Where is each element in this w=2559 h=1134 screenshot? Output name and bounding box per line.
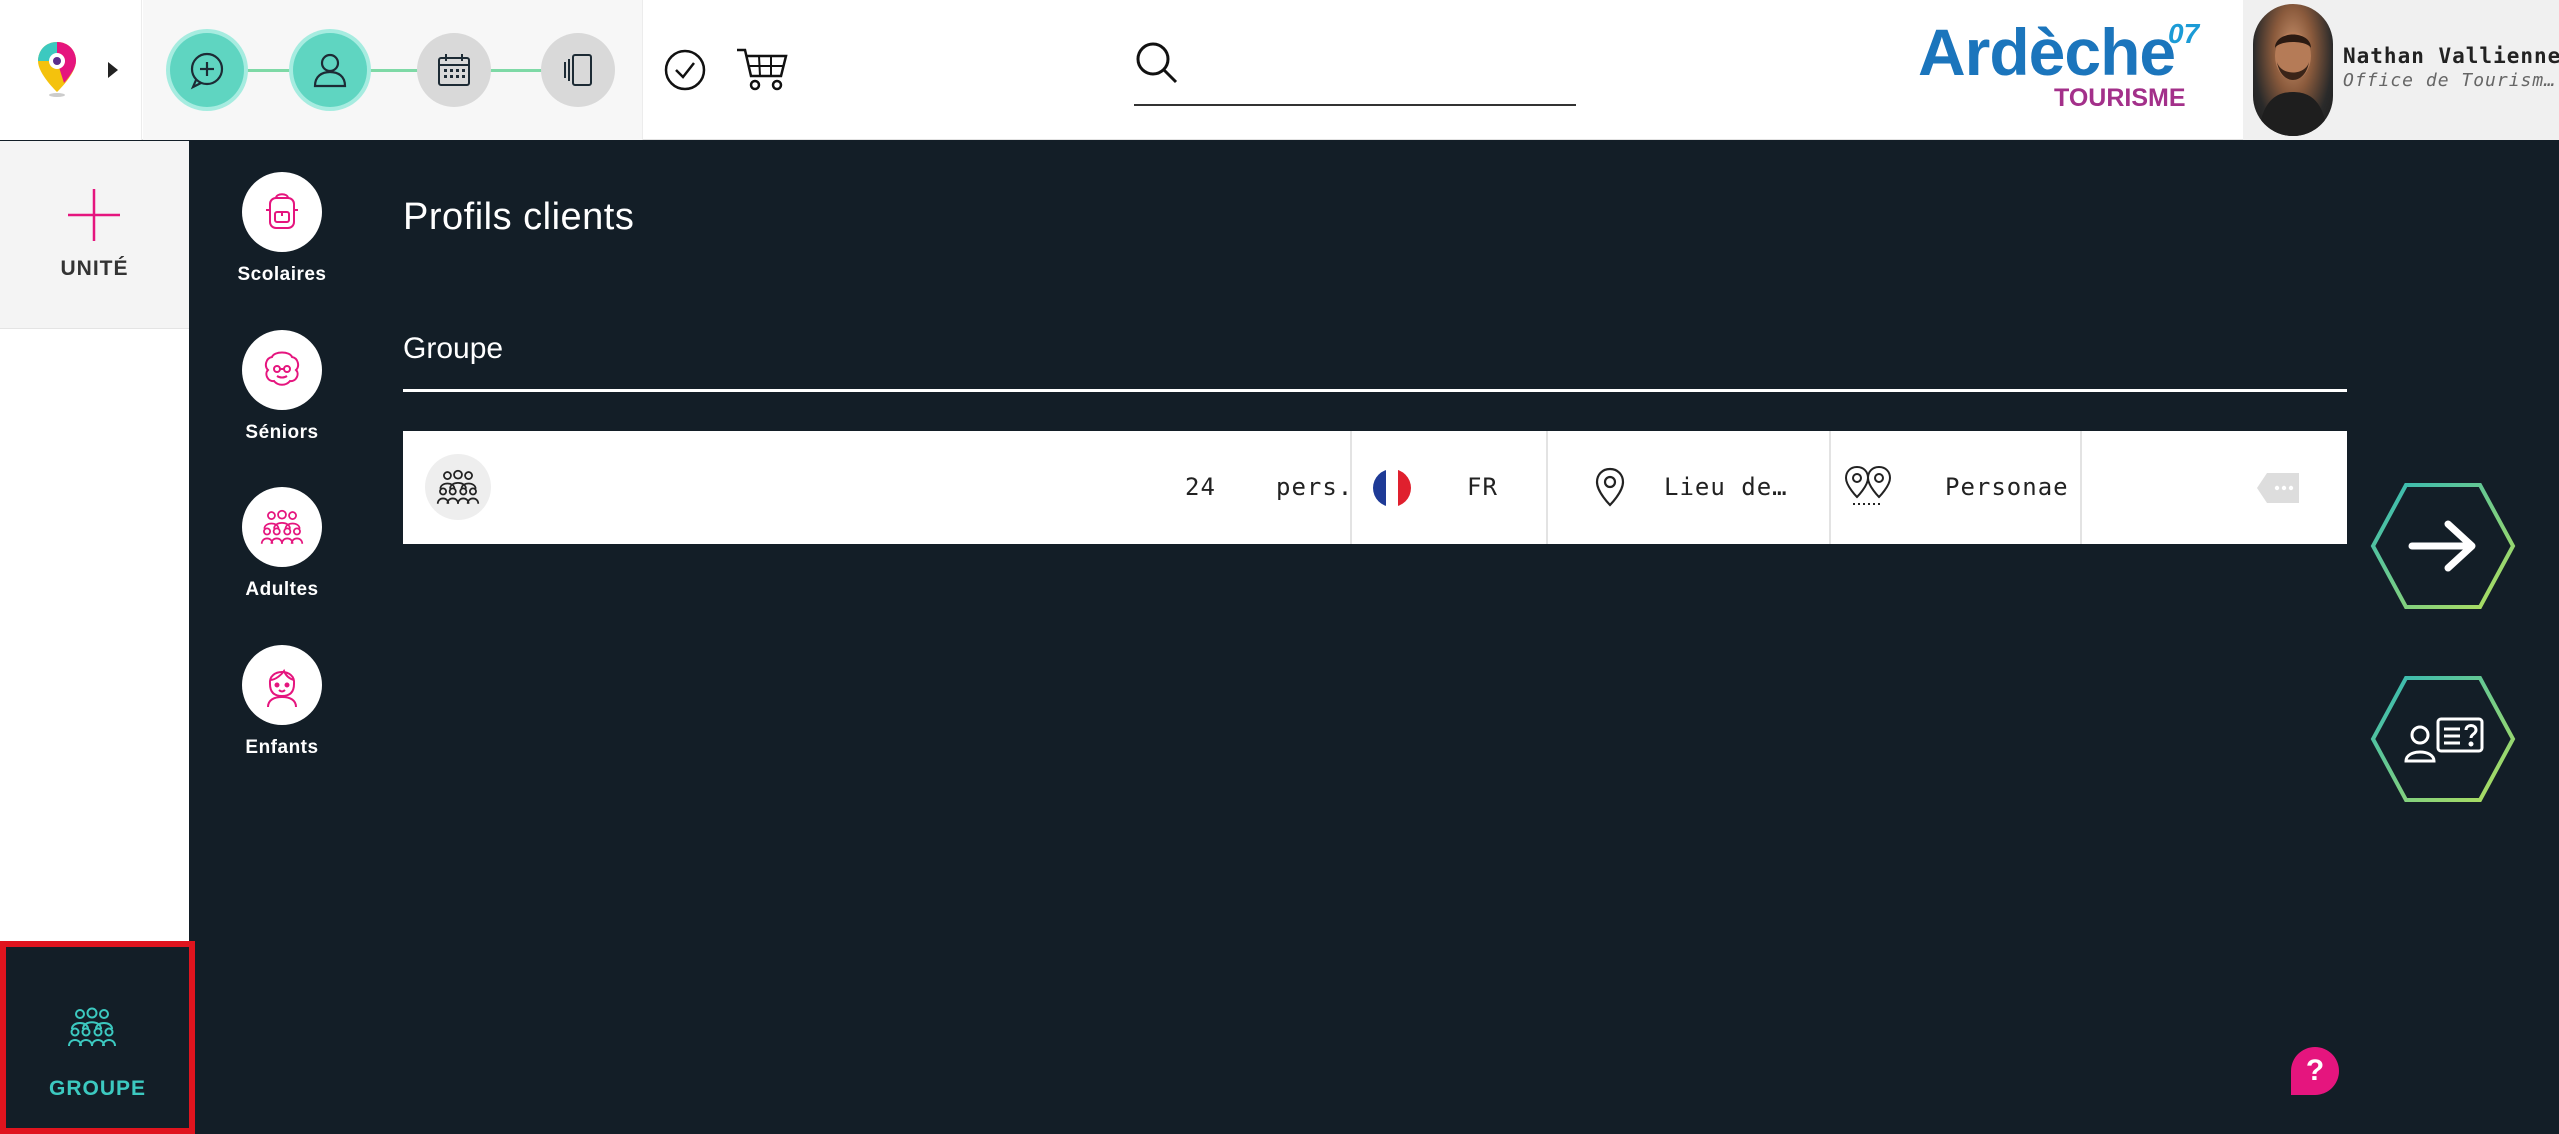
group-count-unit: pers.	[1276, 473, 1354, 501]
app-logo-menu[interactable]	[0, 0, 142, 140]
steps-line	[213, 69, 573, 72]
cards-icon	[564, 54, 592, 86]
page-title: Profils clients	[403, 196, 635, 238]
user-name: Nathan Vallienne	[2343, 44, 2559, 68]
france-flag-icon	[1373, 469, 1411, 507]
category-scolaires[interactable]: Scolaires	[236, 172, 328, 286]
category-label: Scolaires	[237, 264, 327, 285]
group-icon	[260, 509, 304, 544]
section-divider	[403, 389, 2347, 392]
add-chat-icon	[190, 52, 224, 90]
category-enfants[interactable]: Enfants	[236, 645, 328, 759]
senior-icon	[264, 351, 300, 386]
category-adultes-circle	[242, 487, 322, 567]
user-profile[interactable]: Nathan Vallienne Office de Tourisme Ardè…	[2243, 0, 2559, 140]
tag-more-icon[interactable]	[2255, 471, 2301, 510]
group-avatar	[425, 454, 491, 520]
group-icon	[67, 1007, 117, 1052]
brand-subtitle: TOURISME	[2054, 84, 2186, 112]
step-offers[interactable]	[541, 33, 615, 107]
section-title: Groupe	[403, 332, 504, 365]
group-count: 24	[1185, 473, 1216, 501]
category-label: Adultes	[245, 579, 319, 600]
plus-icon	[68, 189, 120, 246]
next-button[interactable]	[2370, 482, 2516, 615]
unit-label: UNITÉ	[60, 257, 129, 280]
language-code: FR	[1467, 473, 1498, 501]
avatar	[2253, 4, 2333, 136]
multi-pin-icon	[1843, 465, 1893, 512]
groupe-button[interactable]: GROUPE	[0, 941, 195, 1134]
cart-icon[interactable]	[735, 44, 789, 97]
help-button[interactable]: ?	[2291, 1047, 2339, 1095]
sidebar: UNITÉ GROUPE	[0, 141, 195, 1134]
persona-label: Personae	[1945, 473, 2069, 501]
search-icon[interactable]	[1134, 40, 1180, 91]
group-profile-row: 24 pers. FR Lieu de résidence	[403, 431, 2347, 544]
booking-steps	[143, 0, 643, 140]
category-seniors-circle	[242, 330, 322, 410]
groupe-label: GROUPE	[48, 1077, 146, 1100]
step-add[interactable]	[170, 33, 244, 107]
user-organization: Office de Tourisme Ardèche	[2343, 70, 2557, 91]
group-icon	[436, 469, 480, 504]
category-scolaires-circle	[242, 172, 322, 252]
category-adultes[interactable]: Adultes	[236, 487, 328, 601]
location-pin-icon	[1595, 467, 1625, 512]
brand-name: Ardèche	[1918, 15, 2176, 89]
app-logo-icon	[36, 40, 78, 103]
calendar-icon	[438, 54, 470, 86]
child-icon	[267, 668, 297, 708]
category-label: Séniors	[245, 422, 319, 443]
category-label: Enfants	[245, 737, 319, 758]
category-seniors[interactable]: Séniors	[236, 330, 328, 444]
validate-check-icon[interactable]	[663, 48, 707, 97]
client-info-button[interactable]	[2370, 675, 2516, 808]
expand-caret-icon[interactable]	[108, 62, 118, 78]
search-input[interactable]	[1194, 46, 1564, 90]
step-profile[interactable]	[293, 33, 367, 107]
brand-logo: Ardèche 07 TOURISME	[1915, 14, 2215, 124]
tag-cell[interactable]	[2082, 431, 2347, 544]
backpack-icon	[266, 193, 298, 229]
brand-number: 07	[2168, 18, 2200, 49]
residence-place: Lieu de résidence	[1664, 473, 1800, 501]
user-icon	[313, 53, 347, 88]
unit-button[interactable]: UNITÉ	[0, 141, 189, 329]
category-enfants-circle	[242, 645, 322, 725]
top-bar: Ardèche 07 TOURISME Nathan Vallienne Off…	[0, 0, 2559, 140]
step-calendar[interactable]	[417, 33, 491, 107]
search-bar	[1134, 36, 1576, 106]
